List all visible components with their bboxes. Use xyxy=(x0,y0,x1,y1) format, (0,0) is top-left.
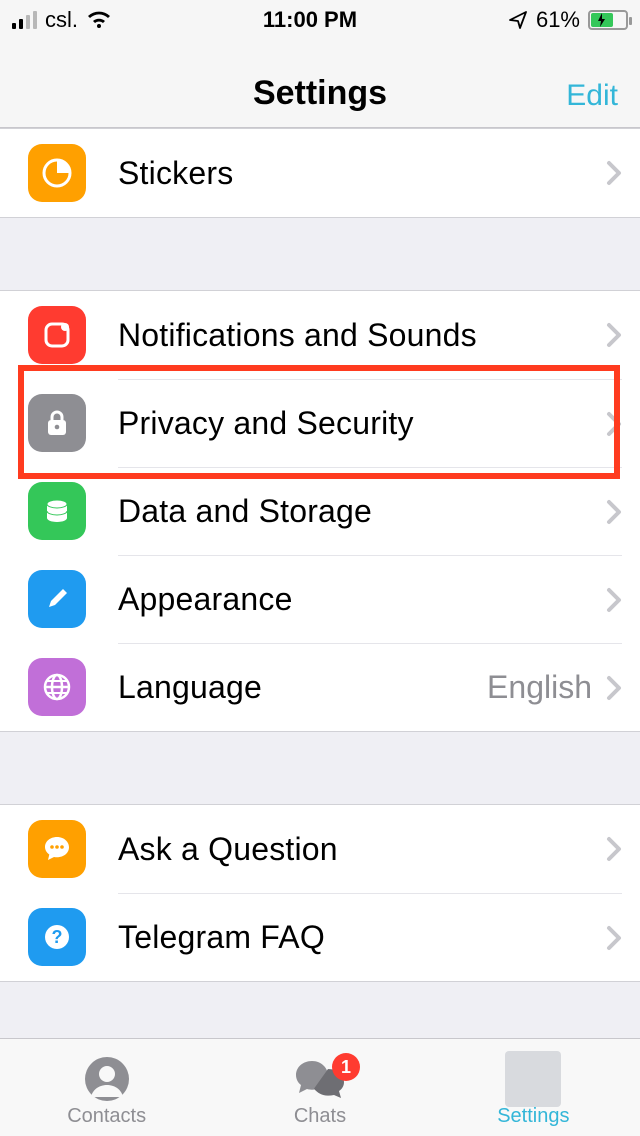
battery-icon xyxy=(588,10,628,30)
row-label: Telegram FAQ xyxy=(118,919,606,956)
carrier-label: csl. xyxy=(45,7,78,33)
wifi-icon xyxy=(86,10,112,30)
chevron-right-icon xyxy=(606,925,622,951)
row-label: Data and Storage xyxy=(118,493,606,530)
row-notifications[interactable]: Notifications and Sounds xyxy=(0,291,640,379)
settings-group-stickers: Stickers xyxy=(0,128,640,218)
cellular-signal-icon xyxy=(12,11,37,29)
tab-settings[interactable]: Settings xyxy=(427,1039,640,1136)
row-label: Privacy and Security xyxy=(118,405,606,442)
row-ask-question[interactable]: Ask a Question xyxy=(0,805,640,893)
row-label: Language xyxy=(118,669,487,706)
chats-badge: 1 xyxy=(332,1053,360,1081)
row-label: Notifications and Sounds xyxy=(118,317,606,354)
tab-label: Contacts xyxy=(67,1105,146,1128)
tab-chats[interactable]: 1 Chats xyxy=(213,1039,426,1136)
battery-percent: 61% xyxy=(536,7,580,33)
section-gap xyxy=(0,218,640,290)
tab-contacts[interactable]: Contacts xyxy=(0,1039,213,1136)
chevron-right-icon xyxy=(606,322,622,348)
settings-icon xyxy=(505,1053,561,1105)
question-icon: ? xyxy=(28,908,86,966)
settings-group-support: Ask a Question ? Telegram FAQ xyxy=(0,804,640,982)
row-label: Appearance xyxy=(118,581,606,618)
tab-label: Chats xyxy=(294,1105,346,1128)
nav-header: Settings Edit xyxy=(0,40,640,128)
edit-button[interactable]: Edit xyxy=(566,79,618,113)
row-faq[interactable]: ? Telegram FAQ xyxy=(0,893,640,981)
svg-text:?: ? xyxy=(52,927,63,947)
globe-icon xyxy=(28,658,86,716)
stickers-icon xyxy=(28,144,86,202)
row-label: Stickers xyxy=(118,155,606,192)
status-left: csl. xyxy=(12,7,112,33)
row-label: Ask a Question xyxy=(118,831,606,868)
tab-bar: Contacts 1 Chats Settings xyxy=(0,1038,640,1136)
chat-bubble-icon xyxy=(28,820,86,878)
brush-icon xyxy=(28,570,86,628)
status-time: 11:00 PM xyxy=(263,7,357,33)
location-arrow-icon xyxy=(508,10,528,30)
row-appearance[interactable]: Appearance xyxy=(0,555,640,643)
row-privacy[interactable]: Privacy and Security xyxy=(0,379,640,467)
tab-label: Settings xyxy=(497,1105,569,1128)
section-gap xyxy=(0,732,640,804)
database-icon xyxy=(28,482,86,540)
status-bar: csl. 11:00 PM 61% xyxy=(0,0,640,40)
chevron-right-icon xyxy=(606,675,622,701)
row-stickers[interactable]: Stickers xyxy=(0,129,640,217)
page-title: Settings xyxy=(253,74,387,113)
row-data-storage[interactable]: Data and Storage xyxy=(0,467,640,555)
chevron-right-icon xyxy=(606,411,622,437)
lock-icon xyxy=(28,394,86,452)
chevron-right-icon xyxy=(606,160,622,186)
row-language[interactable]: Language English xyxy=(0,643,640,731)
notifications-icon xyxy=(28,306,86,364)
contacts-icon xyxy=(83,1053,131,1105)
settings-group-main: Notifications and Sounds Privacy and Sec… xyxy=(0,290,640,732)
chats-icon: 1 xyxy=(292,1053,348,1105)
chevron-right-icon xyxy=(606,836,622,862)
chevron-right-icon xyxy=(606,499,622,525)
chevron-right-icon xyxy=(606,587,622,613)
row-value: English xyxy=(487,669,592,706)
status-right: 61% xyxy=(508,7,628,33)
